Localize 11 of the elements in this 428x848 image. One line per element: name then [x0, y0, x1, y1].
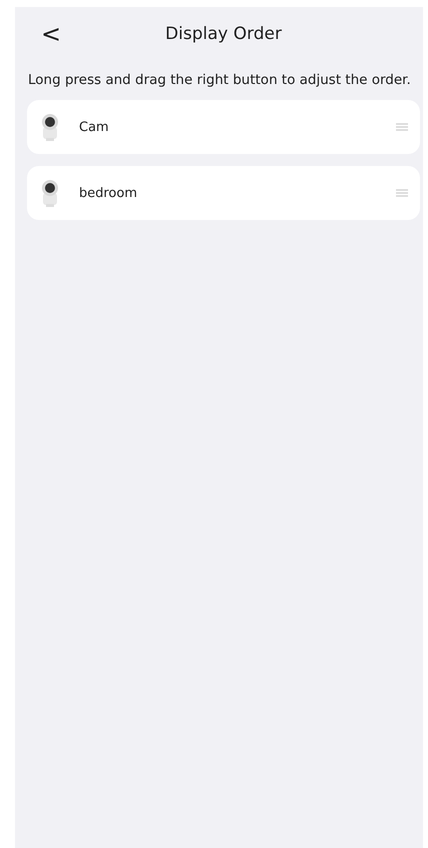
back-button[interactable]: <	[31, 20, 72, 48]
instruction-text: Long press and drag the right button to adjust the order.	[28, 71, 412, 90]
camera-icon	[41, 179, 59, 207]
drag-handle-icon[interactable]	[396, 189, 408, 197]
device-name: Cam	[79, 120, 110, 134]
drag-handle-icon[interactable]	[396, 123, 408, 131]
device-name: bedroom	[79, 186, 138, 200]
camera-icon	[41, 113, 59, 141]
device-card[interactable]: Cam	[27, 100, 420, 154]
page-title: Display Order	[165, 24, 282, 44]
device-card[interactable]: bedroom	[27, 166, 420, 220]
